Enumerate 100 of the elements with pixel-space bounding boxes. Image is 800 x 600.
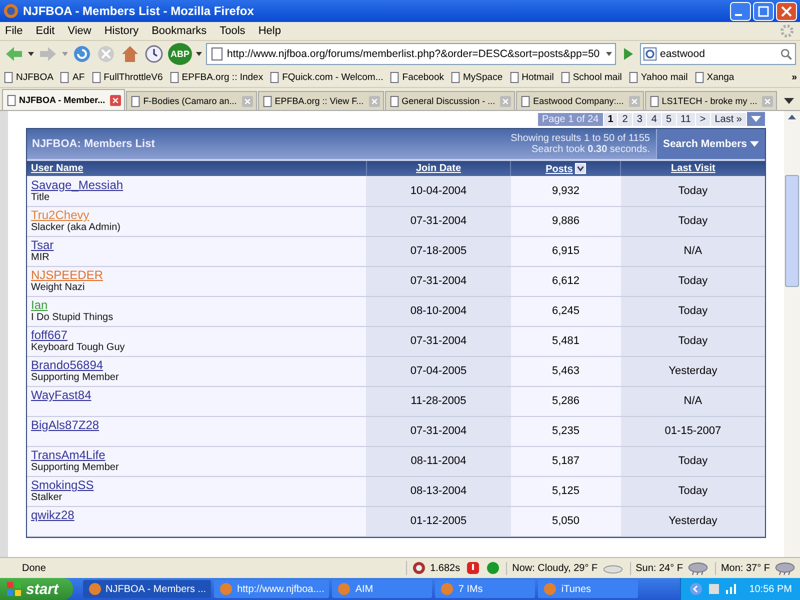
join-date: 08-13-2004 [410,485,467,497]
bookmark-item[interactable]: AF [72,72,85,82]
page-link[interactable]: > [696,112,710,126]
app-icon [219,582,234,596]
join-date: 07-31-2004 [410,335,467,347]
taskbar-button[interactable]: http://www.njfboa.... [214,580,330,598]
username-link[interactable]: BigAls87Z28 [31,418,100,432]
start-button[interactable]: start [0,578,73,600]
menu-item[interactable]: View [68,25,92,37]
sort-icon[interactable] [574,162,586,174]
stop-button[interactable] [96,44,116,64]
username-link[interactable]: qwikz28 [31,508,74,522]
close-tab-icon[interactable] [500,96,512,106]
load-time: 1.682s [430,562,460,574]
page-link[interactable]: 1 [604,112,618,126]
menu-item[interactable]: Help [258,25,281,37]
bookmark-item[interactable]: Hotmail [522,72,554,82]
taskbar-button[interactable]: iTunes [538,580,638,598]
history-button[interactable] [144,44,164,64]
browser-tab[interactable]: EPFBA.org :: View F... [258,91,384,110]
page-link[interactable]: 2 [618,112,632,126]
bookmark-item[interactable]: Xanga [706,72,734,82]
taskbar-button[interactable]: AIM [332,580,432,598]
search-input[interactable]: eastwood [660,46,776,62]
username-link[interactable]: SmokingSS [31,478,94,492]
reload-button[interactable] [72,44,92,64]
url-input[interactable]: http://www.njfboa.org/forums/memberlist.php?&order=DESC&sort=posts&pp=50 [227,46,603,62]
dropdown-icon[interactable] [28,52,34,56]
join-date: 07-31-2004 [410,215,467,227]
results-count: Showing results 1 to 50 of 1155 [510,133,650,144]
app-icon [88,582,102,596]
column-header[interactable]: Posts [546,164,573,174]
browser-tab[interactable]: LS1TECH - broke my ... [644,91,778,110]
bookmark-item[interactable]: MySpace [463,72,503,82]
search-members-button[interactable]: Search Members [656,129,765,159]
user-title: Supporting Member [31,462,119,474]
username-link[interactable]: Savage_Messiah [31,178,124,192]
close-button[interactable] [776,2,797,20]
tray-icon[interactable] [707,582,722,596]
weather-sunday: Sun: 24° F [636,562,683,574]
post-count: 5,286 [552,395,580,407]
page-link[interactable]: 5 [662,112,676,126]
last-visit: 01-15-2007 [664,425,722,437]
close-tab-icon[interactable] [368,96,380,106]
close-tab-icon[interactable] [628,96,640,106]
more-bookmarks-button[interactable]: » [792,72,797,82]
username-link[interactable]: Brando56894 [31,358,104,372]
menu-item[interactable]: Edit [36,25,55,37]
bookmark-item[interactable]: FQuick.com - Welcom... [282,72,384,82]
bookmark-item[interactable]: EPFBA.org :: Index [182,72,264,82]
page-link[interactable]: 3 [632,112,646,126]
username-link[interactable]: Tsar [31,238,54,252]
bookmark-item[interactable]: School mail [572,72,622,82]
post-count: 5,125 [552,485,580,497]
search-engine-icon[interactable] [643,47,657,61]
taskbar-button[interactable]: 7 IMs [435,580,536,598]
browser-tab[interactable]: NJFBOA - Member... [2,89,126,110]
minimize-button[interactable] [730,2,751,20]
username-link[interactable]: WayFast84 [31,388,92,402]
user-title: Supporting Member [31,372,119,384]
browser-tab[interactable]: F-Bodies (Camaro an... [126,91,257,110]
address-field[interactable]: http://www.njfboa.org/forums/memberlist.php?&order=DESC&sort=posts&pp=50 [206,43,616,65]
dropdown-icon[interactable] [196,52,202,56]
join-date: 01-12-2005 [410,515,467,527]
search-field[interactable]: eastwood [640,43,796,65]
join-date: 07-04-2005 [410,365,467,377]
adblock-button[interactable]: ABP [168,43,192,65]
maximize-button[interactable] [753,2,774,20]
scroll-up-icon[interactable] [788,114,796,120]
search-icon[interactable] [779,47,793,61]
close-tab-icon[interactable] [110,94,122,106]
bookmark-item[interactable]: NJFBOA [16,72,54,82]
bookmark-item[interactable]: Facebook [402,72,444,82]
page-link[interactable]: 11 [676,112,695,126]
menu-item[interactable]: Tools [220,25,246,37]
post-count: 5,481 [552,335,580,347]
bookmark-item[interactable]: FullThrottleV6 [104,72,163,82]
tab-list-icon[interactable] [784,98,794,104]
user-title: Title [31,192,50,204]
bookmark-item[interactable]: Yahoo mail [640,72,688,82]
close-tab-icon[interactable] [762,96,774,106]
page-link[interactable]: Last » [710,112,746,126]
username-link[interactable]: foff667 [31,328,68,342]
menu-item[interactable]: History [104,25,139,37]
windows-logo-icon [6,581,22,597]
menu-item[interactable]: Bookmarks [152,25,207,37]
scrollbar-thumb[interactable] [785,175,799,287]
taskbar-button[interactable]: NJFBOA - Members ... [82,580,212,598]
browser-tab[interactable]: Eastwood Company:... [516,91,644,110]
page-link[interactable]: 4 [647,112,661,126]
join-date: 08-11-2004 [410,455,466,467]
dropdown-icon[interactable] [606,52,612,56]
page-icon [90,72,102,82]
username-link[interactable]: TransAm4Life [31,448,106,462]
column-header[interactable]: User Name [31,163,84,174]
browser-tab[interactable]: General Discussion - ... [384,91,516,110]
menu-item[interactable]: File [5,25,23,37]
scrollbar[interactable] [784,111,800,557]
close-tab-icon[interactable] [242,96,253,106]
page-menu-button[interactable] [747,112,765,126]
